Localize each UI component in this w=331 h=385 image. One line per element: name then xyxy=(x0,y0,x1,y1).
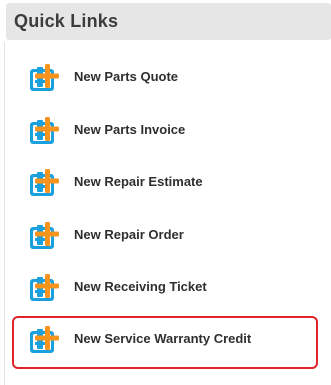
add-document-icon xyxy=(30,64,59,91)
quick-link-new-service-warranty-credit[interactable]: New Service Warranty Credit xyxy=(12,316,318,369)
link-label: New Repair Estimate xyxy=(74,174,203,189)
add-document-icon xyxy=(30,117,59,144)
add-document-icon xyxy=(30,222,59,249)
quick-links-panel: Quick Links New Parts Quote New Parts In… xyxy=(0,0,331,385)
quick-link-new-parts-invoice[interactable]: New Parts Invoice xyxy=(12,107,318,155)
link-label: New Parts Invoice xyxy=(74,122,186,137)
quick-links-list: New Parts Quote New Parts Invoice New Re… xyxy=(0,0,331,385)
link-label: New Receiving Ticket xyxy=(74,279,207,294)
add-document-icon xyxy=(30,326,59,353)
quick-link-new-parts-quote[interactable]: New Parts Quote xyxy=(12,54,318,102)
add-document-icon xyxy=(30,274,59,301)
add-document-icon xyxy=(30,169,59,196)
link-label: New Parts Quote xyxy=(74,69,179,84)
link-label: New Service Warranty Credit xyxy=(74,331,252,346)
link-label: New Repair Order xyxy=(74,227,184,242)
quick-link-new-repair-order[interactable]: New Repair Order xyxy=(12,212,318,260)
quick-link-new-receiving-ticket[interactable]: New Receiving Ticket xyxy=(12,264,318,312)
quick-link-new-repair-estimate[interactable]: New Repair Estimate xyxy=(12,159,318,207)
